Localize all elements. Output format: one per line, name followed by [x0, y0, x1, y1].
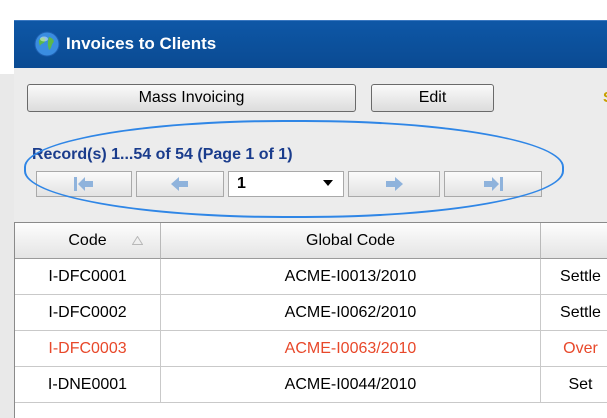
column-header-code[interactable]: Code	[15, 223, 161, 259]
arrow-left-icon	[171, 177, 188, 191]
title-bar-strip: Invoices to Clients	[14, 20, 607, 69]
highlight-ring	[24, 120, 564, 218]
cell-code: I-DNE0001	[15, 367, 161, 402]
mass-invoicing-button[interactable]: Mass Invoicing	[27, 84, 356, 112]
page-select-value: 1	[237, 175, 246, 192]
cell-status: Set	[541, 367, 607, 402]
chevron-down-icon	[323, 180, 333, 186]
cell-status: Settle	[541, 259, 607, 294]
cell-code: I-DFC0001	[15, 259, 161, 294]
table-row[interactable]: I-DFC0003 ACME-I0063/2010 Over	[15, 331, 607, 367]
arrow-right-icon	[386, 177, 403, 191]
cell-global-code: ACME-I0062/2010	[161, 295, 541, 330]
record-count-label: Record(s) 1...54 of 54 (Page 1 of 1)	[32, 146, 293, 163]
first-page-icon	[74, 177, 93, 191]
previous-page-button[interactable]	[136, 171, 224, 197]
cell-status: Over	[541, 331, 607, 366]
table-row[interactable]: I-DFC0001 ACME-I0013/2010 Settle	[15, 259, 607, 295]
edit-button[interactable]: Edit	[371, 84, 494, 112]
cell-status: Settle	[541, 295, 607, 330]
sort-ascending-icon	[132, 236, 143, 245]
first-page-button[interactable]	[36, 171, 132, 197]
cell-global-code: ACME-I0044/2010	[161, 367, 541, 402]
column-header-global-code[interactable]: Global Code	[161, 223, 541, 259]
column-header-status[interactable]	[541, 223, 607, 259]
last-page-icon	[484, 177, 503, 191]
page-select[interactable]: 1	[228, 171, 344, 197]
truncated-label: S	[603, 89, 607, 106]
next-page-button[interactable]	[348, 171, 440, 197]
table-row[interactable]: I-DNE0001 ACME-I0044/2010 Set	[15, 367, 607, 403]
window-title-bar: Invoices to Clients	[0, 0, 607, 74]
globe-icon	[34, 31, 60, 57]
cell-global-code: ACME-I0013/2010	[161, 259, 541, 294]
invoice-table: Code Global Code I-DFC0001 ACME-I0013/20…	[14, 222, 607, 418]
cell-code: I-DFC0002	[15, 295, 161, 330]
column-header-code-label: Code	[68, 232, 107, 249]
table-row[interactable]: I-DFC0002 ACME-I0062/2010 Settle	[15, 295, 607, 331]
cell-global-code: ACME-I0063/2010	[161, 331, 541, 366]
last-page-button[interactable]	[444, 171, 542, 197]
page-title: Invoices to Clients	[66, 34, 217, 53]
cell-code: I-DFC0003	[15, 331, 161, 366]
